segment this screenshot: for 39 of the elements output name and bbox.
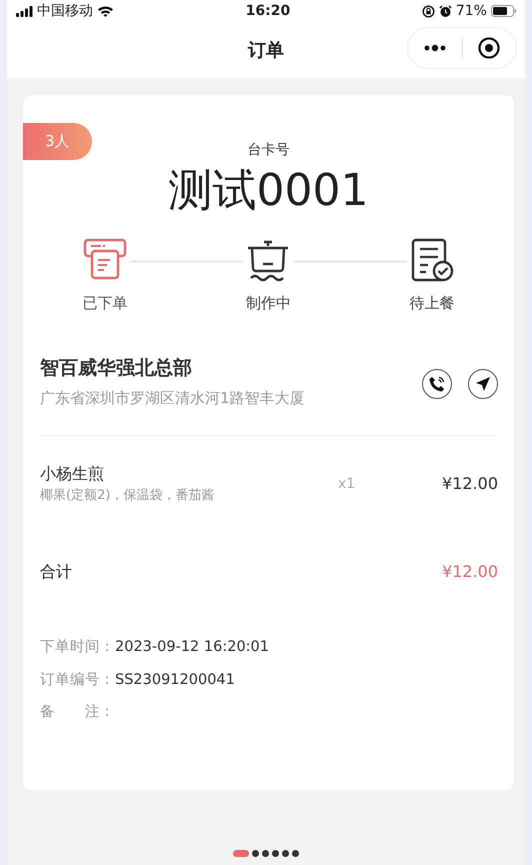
page-dot[interactable] [292, 850, 299, 857]
info-label: 订单编号： [40, 670, 115, 690]
ticket-number: 测试0001 [168, 165, 370, 218]
item-name: 小杨生煎 [40, 463, 105, 486]
info-label: 备 注： [40, 703, 115, 722]
target-icon [478, 37, 500, 59]
battery-percent: 71% [456, 2, 487, 20]
total-amount: ¥12.00 [442, 560, 498, 583]
navigate-button[interactable] [468, 368, 498, 399]
info-label: 下单时间： [40, 638, 115, 657]
carrier-name: 中国移动 [37, 2, 93, 20]
total-label: 合计 [40, 560, 72, 583]
step-label: 已下单 [82, 292, 128, 314]
page-dot[interactable] [252, 850, 259, 857]
clock-time: 16:20 [246, 2, 290, 20]
page-title: 订单 [248, 38, 284, 62]
phone-icon [428, 374, 446, 393]
more-icon [424, 44, 446, 52]
item-quantity: x1 [338, 474, 356, 494]
send-icon [475, 376, 491, 392]
store-address: 广东省深圳市罗湖区清水河1路智丰大厦 [40, 388, 305, 409]
rotation-lock-icon [422, 4, 435, 18]
party-size-tag: 3人 [23, 123, 92, 160]
call-button[interactable] [422, 368, 452, 399]
ticket-label: 台卡号 [248, 141, 290, 160]
info-value: 2023-09-12 16:20:01 [115, 638, 269, 657]
step-label: 待上餐 [410, 292, 455, 314]
item-price: ¥12.00 [441, 473, 498, 496]
alarm-icon [438, 4, 452, 18]
battery-icon [490, 5, 517, 17]
page-dot[interactable] [272, 850, 279, 857]
signal-icon [16, 6, 33, 16]
info-value: SS23091200041 [115, 670, 235, 690]
step-label: 制作中 [246, 292, 291, 314]
page-dot[interactable] [262, 850, 269, 857]
wifi-icon [97, 5, 114, 17]
item-options: 椰果(定额2)，保温袋，番茄酱 [40, 486, 338, 506]
store-name: 智百威华强北总部 [40, 356, 193, 382]
page-dot[interactable] [282, 850, 289, 857]
